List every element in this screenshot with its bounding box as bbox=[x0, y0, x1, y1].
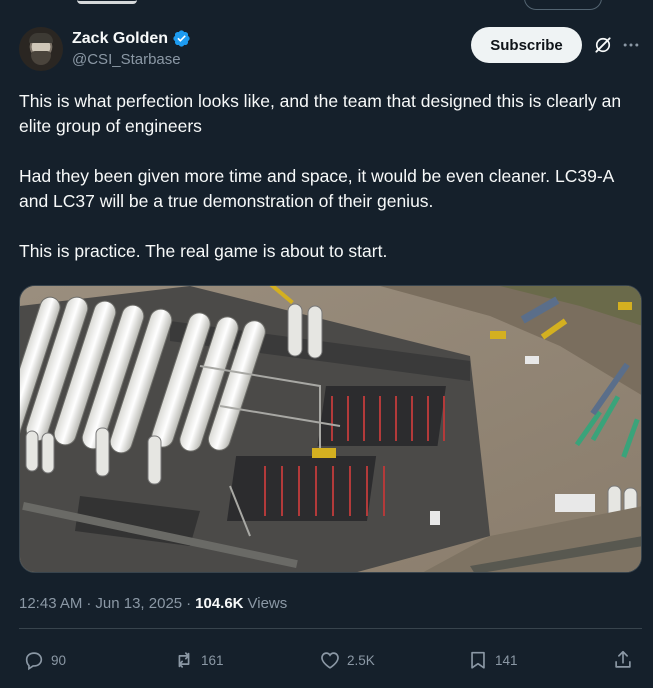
tweet-paragraph-1: This is what perfection looks like, and … bbox=[19, 91, 622, 136]
author-display-name[interactable]: Zack Golden bbox=[72, 30, 168, 48]
verified-badge-icon[interactable] bbox=[172, 29, 191, 48]
post-meta: 12:43 AM · Jun 13, 2025 · 104.6K Views bbox=[19, 595, 287, 612]
like-count: 2.5K bbox=[347, 652, 375, 668]
post-time[interactable]: 12:43 AM bbox=[19, 595, 82, 612]
repost-button[interactable]: 161 bbox=[173, 649, 224, 671]
like-button[interactable]: 2.5K bbox=[319, 649, 375, 671]
grok-icon[interactable] bbox=[593, 35, 613, 55]
heart-icon bbox=[321, 652, 339, 669]
tweet-paragraph-2: Had they been given more time and space,… bbox=[19, 166, 614, 211]
tweet-paragraph-3: This is practice. The real game is about… bbox=[19, 241, 388, 261]
bookmark-button[interactable]: 141 bbox=[467, 649, 518, 671]
author-handle[interactable]: @CSI_Starbase bbox=[72, 51, 181, 68]
subscribe-button[interactable]: Subscribe bbox=[471, 27, 582, 63]
more-icon[interactable] bbox=[621, 35, 641, 55]
reply-button[interactable]: 90 bbox=[23, 649, 66, 671]
views-label: Views bbox=[247, 595, 288, 612]
avatar[interactable] bbox=[19, 27, 63, 71]
share-icon bbox=[615, 650, 631, 668]
avatar-beard bbox=[31, 51, 51, 65]
meta-separator-2: · bbox=[186, 595, 192, 612]
action-bar: 90 161 2.5K 141 bbox=[0, 645, 653, 677]
share-button[interactable] bbox=[612, 649, 634, 671]
repost-icon bbox=[178, 652, 190, 668]
avatar-cap bbox=[29, 33, 53, 43]
aerial-photo-illustration bbox=[20, 286, 641, 572]
aerial-photo[interactable] bbox=[19, 285, 642, 573]
reply-icon bbox=[25, 652, 43, 671]
divider bbox=[19, 628, 642, 629]
tweet-text: This is what perfection looks like, and … bbox=[19, 89, 639, 264]
reply-count: 90 bbox=[51, 652, 67, 668]
post: Zack Golden @CSI_Starbase Subscribe This… bbox=[0, 0, 653, 688]
bookmark-icon bbox=[471, 651, 485, 669]
post-date[interactable]: Jun 13, 2025 bbox=[95, 595, 182, 612]
repost-count: 161 bbox=[201, 652, 224, 668]
views-count: 104.6K bbox=[195, 595, 244, 612]
author-name-row: Zack Golden bbox=[72, 29, 191, 48]
meta-separator: · bbox=[86, 595, 92, 612]
bookmark-count: 141 bbox=[495, 652, 518, 668]
